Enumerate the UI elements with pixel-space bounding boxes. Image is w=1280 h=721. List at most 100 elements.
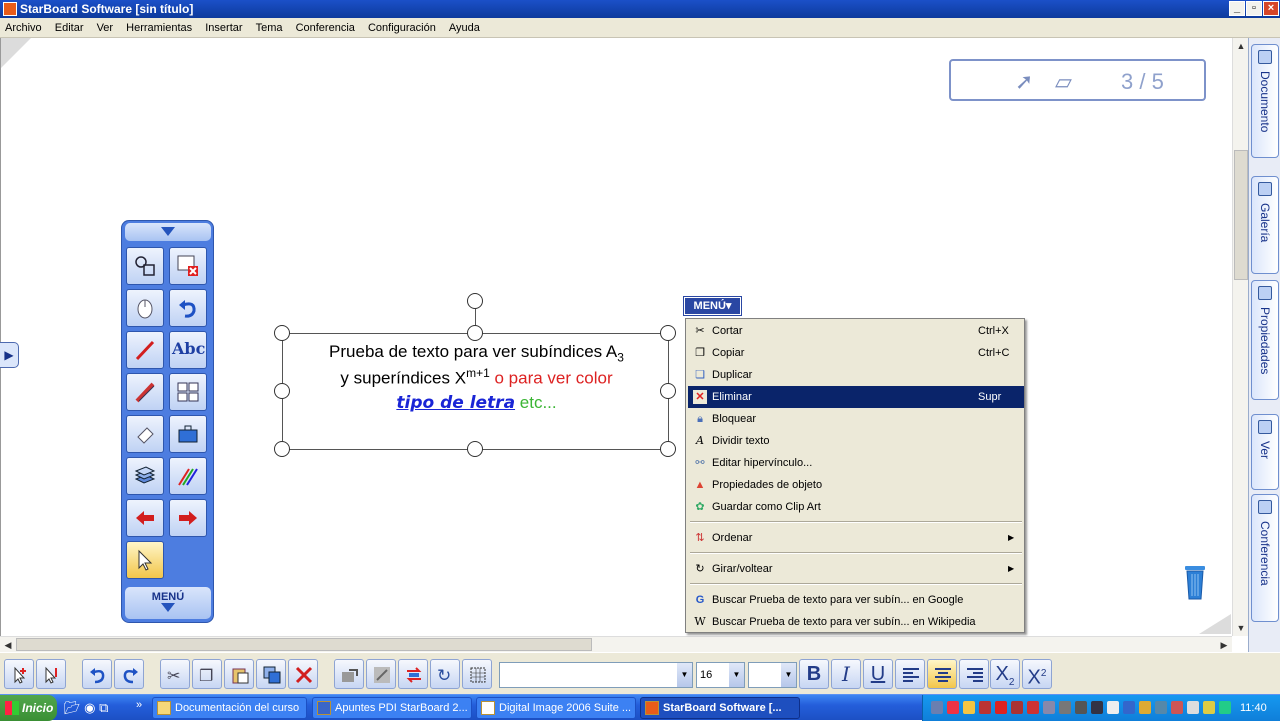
menu-archivo[interactable]: Archivo bbox=[0, 18, 47, 38]
menu-item-buscar-google[interactable]: G Buscar Prueba de texto para ver subín..… bbox=[688, 589, 1024, 611]
tab-ver[interactable]: Ver bbox=[1251, 414, 1279, 490]
expand-left-panel-button[interactable]: ▶ bbox=[0, 342, 19, 368]
resize-handle-nw[interactable] bbox=[274, 325, 290, 341]
menu-configuracion[interactable]: Configuración bbox=[363, 18, 441, 38]
chevron-right-icon[interactable]: » bbox=[136, 699, 142, 711]
tray-icon[interactable] bbox=[1059, 701, 1071, 714]
tab-galeria[interactable]: Galería bbox=[1251, 176, 1279, 274]
dropdown-arrow-icon[interactable]: ▼ bbox=[677, 663, 692, 687]
task-starboard[interactable]: StarBoard Software [... bbox=[640, 697, 800, 719]
menu-item-propiedades-objeto[interactable]: ▲ Propiedades de objeto bbox=[688, 474, 1024, 496]
trash-bin-icon[interactable] bbox=[1183, 562, 1207, 602]
menu-conferencia[interactable]: Conferencia bbox=[291, 18, 360, 38]
scroll-right-arrow-icon[interactable]: ▶ bbox=[1216, 637, 1232, 653]
tray-icon[interactable] bbox=[995, 701, 1007, 714]
tray-icon[interactable] bbox=[1107, 701, 1119, 714]
menu-editar[interactable]: Editar bbox=[50, 18, 89, 38]
tray-icon[interactable] bbox=[1155, 701, 1167, 714]
bold-button[interactable]: B bbox=[799, 659, 829, 689]
send-back-button[interactable] bbox=[366, 659, 396, 689]
grid-select-button[interactable] bbox=[462, 659, 492, 689]
tray-icon[interactable] bbox=[1187, 701, 1199, 714]
menu-ver[interactable]: Ver bbox=[92, 18, 119, 38]
tray-icon[interactable] bbox=[1027, 701, 1039, 714]
pen-tool-button[interactable] bbox=[126, 331, 164, 369]
menu-item-guardar-clip-art[interactable]: ✿ Guardar como Clip Art bbox=[688, 496, 1024, 518]
scroll-left-arrow-icon[interactable]: ◀ bbox=[0, 637, 16, 653]
redo-button[interactable] bbox=[114, 659, 144, 689]
highlighter-tool-button[interactable] bbox=[126, 373, 164, 411]
dropdown-arrow-icon[interactable]: ▼ bbox=[781, 663, 796, 687]
scroll-down-arrow-icon[interactable]: ▼ bbox=[1233, 620, 1249, 636]
menu-item-editar-hipervinculo[interactable]: ⚯ Editar hipervínculo... bbox=[688, 452, 1024, 474]
start-button[interactable]: Inicio bbox=[0, 695, 57, 721]
menu-ayuda[interactable]: Ayuda bbox=[444, 18, 485, 38]
close-button[interactable]: × bbox=[1263, 1, 1279, 16]
tab-propiedades[interactable]: Propiedades bbox=[1251, 280, 1279, 400]
task-apuntes[interactable]: Apuntes PDI StarBoard 2... bbox=[312, 697, 472, 719]
subscript-button[interactable]: X2 bbox=[990, 659, 1020, 689]
menu-item-eliminar[interactable]: ✕ Eliminar Supr bbox=[688, 386, 1024, 408]
menu-tema[interactable]: Tema bbox=[251, 18, 288, 38]
cut-button[interactable]: ✂ bbox=[160, 659, 190, 689]
tray-icon[interactable] bbox=[1091, 701, 1103, 714]
resize-handle-se[interactable] bbox=[660, 441, 676, 457]
tray-icon[interactable] bbox=[963, 701, 975, 714]
menu-item-buscar-wikipedia[interactable]: W Buscar Prueba de texto para ver subín..… bbox=[688, 611, 1024, 633]
align-left-button[interactable] bbox=[895, 659, 925, 689]
menu-item-dividir-texto[interactable]: A Dividir texto bbox=[688, 430, 1024, 452]
tools-tool-button[interactable] bbox=[169, 415, 207, 453]
tray-icon[interactable] bbox=[1043, 701, 1055, 714]
undo-tool-button[interactable] bbox=[169, 289, 207, 327]
eraser-tool-button[interactable] bbox=[126, 415, 164, 453]
tray-icon[interactable] bbox=[1203, 701, 1215, 714]
menu-herramientas[interactable]: Herramientas bbox=[121, 18, 197, 38]
underline-button[interactable]: U bbox=[863, 659, 893, 689]
resize-handle-s[interactable] bbox=[467, 441, 483, 457]
shapes-tool-button[interactable] bbox=[126, 247, 164, 285]
superscript-button[interactable]: X2 bbox=[1022, 659, 1052, 689]
clock[interactable]: 11:40 bbox=[1240, 695, 1267, 721]
menu-item-ordenar[interactable]: ⇅ Ordenar ▶ bbox=[688, 527, 1024, 549]
layout-tool-button[interactable] bbox=[169, 373, 207, 411]
clear-page-button[interactable] bbox=[169, 247, 207, 285]
delete-button[interactable] bbox=[288, 659, 318, 689]
tool-panel-menu-button[interactable]: MENÚ bbox=[125, 587, 211, 619]
menu-item-girar-voltear[interactable]: ↻ Girar/voltear ▶ bbox=[688, 558, 1024, 580]
tray-icon[interactable] bbox=[1219, 701, 1231, 714]
tray-icon[interactable] bbox=[931, 701, 943, 714]
undo-button[interactable] bbox=[82, 659, 112, 689]
dropdown-arrow-icon[interactable]: ▼ bbox=[729, 663, 744, 687]
restore-button[interactable]: ▫ bbox=[1246, 1, 1262, 16]
horizontal-scroll-thumb[interactable] bbox=[16, 638, 592, 651]
object-menu-tag[interactable]: MENÚ▾ bbox=[683, 296, 742, 316]
task-digital-image[interactable]: Digital Image 2006 Suite ... bbox=[476, 697, 636, 719]
resize-handle-e[interactable] bbox=[660, 383, 676, 399]
tray-icon[interactable] bbox=[1171, 701, 1183, 714]
rotate-handle[interactable] bbox=[467, 293, 483, 309]
task-documentacion[interactable]: Documentación del curso bbox=[152, 697, 307, 719]
resize-handle-w[interactable] bbox=[274, 383, 290, 399]
scroll-up-arrow-icon[interactable]: ▲ bbox=[1233, 38, 1249, 54]
copy-button[interactable]: ❐ bbox=[192, 659, 222, 689]
tray-icon[interactable] bbox=[1075, 701, 1087, 714]
text-object[interactable]: Prueba de texto para ver subíndices A3 y… bbox=[282, 333, 669, 450]
next-page-button[interactable] bbox=[169, 499, 207, 537]
menu-item-duplicar[interactable]: ❏ Duplicar bbox=[688, 364, 1024, 386]
tray-icon[interactable] bbox=[1139, 701, 1151, 714]
tray-icon[interactable] bbox=[947, 701, 959, 714]
tab-documento[interactable]: Documento bbox=[1251, 44, 1279, 158]
font-color-select[interactable]: ▼ bbox=[748, 662, 797, 688]
minimize-button[interactable]: _ bbox=[1229, 1, 1245, 16]
cursor-icon[interactable]: ➚ bbox=[1015, 69, 1033, 95]
color-pens-tool-button[interactable] bbox=[169, 457, 207, 495]
text-tool-button[interactable]: Abc bbox=[169, 331, 207, 369]
new-page-button[interactable] bbox=[4, 659, 34, 689]
tray-icon[interactable] bbox=[1011, 701, 1023, 714]
vertical-scrollbar[interactable]: ▲ ▼ bbox=[1232, 38, 1248, 636]
resize-handle-n[interactable] bbox=[467, 325, 483, 341]
italic-button[interactable]: I bbox=[831, 659, 861, 689]
menu-insertar[interactable]: Insertar bbox=[200, 18, 247, 38]
pages-tool-button[interactable] bbox=[126, 457, 164, 495]
menu-item-cortar[interactable]: ✂ Cortar Ctrl+X bbox=[688, 320, 1024, 342]
